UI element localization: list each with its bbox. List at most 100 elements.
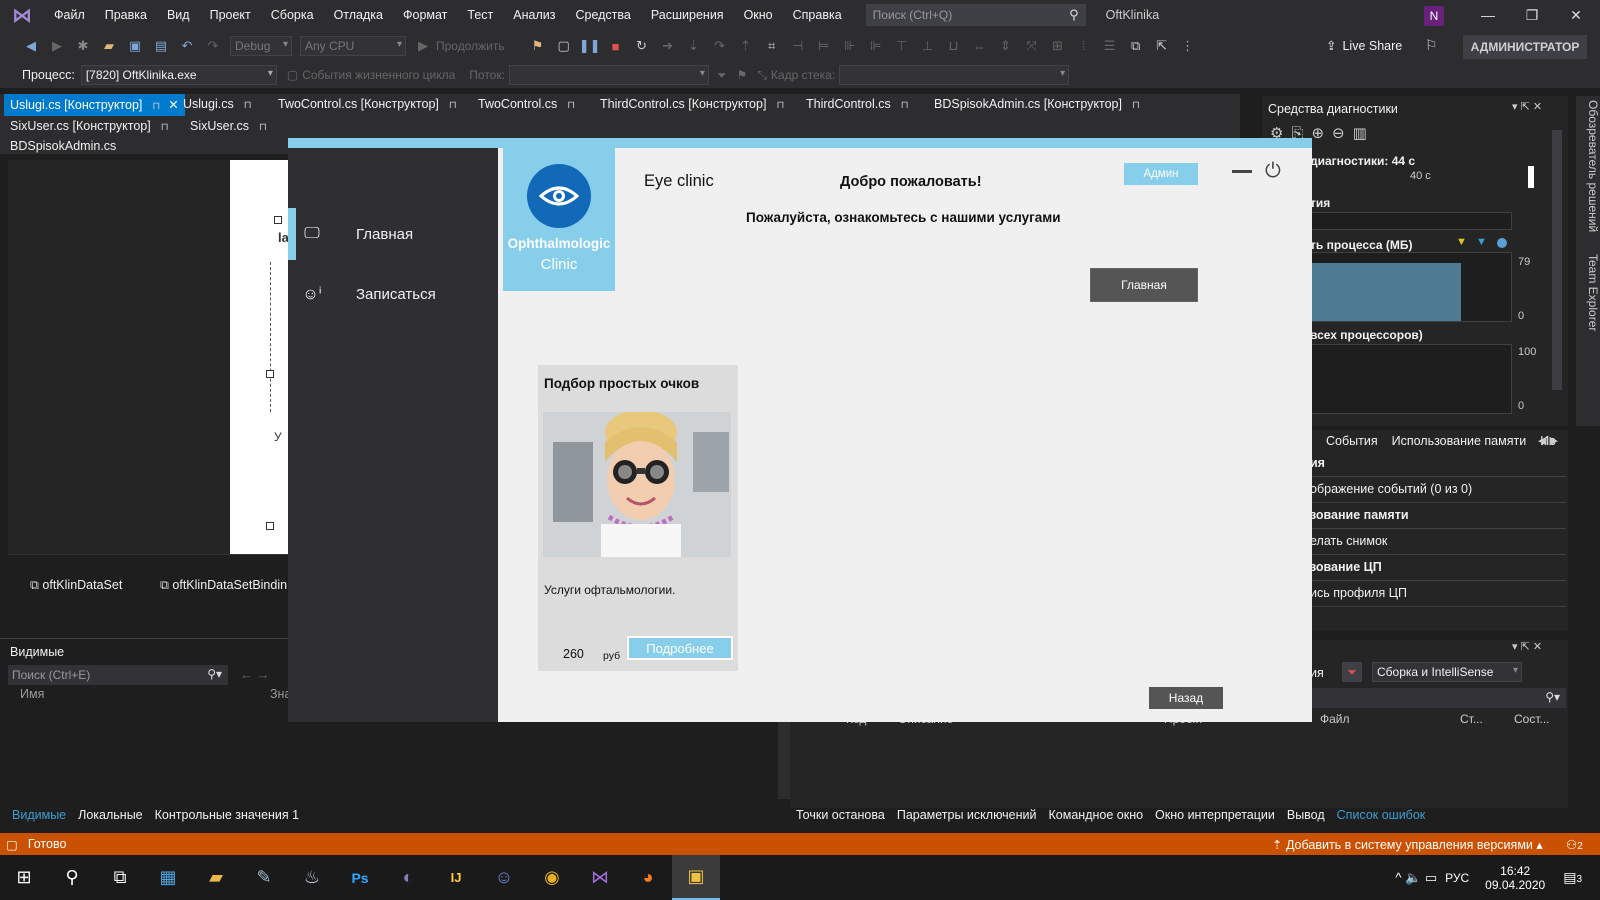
app-minimize-icon[interactable] — [1232, 170, 1252, 173]
pin-icon[interactable]: ⊓ — [776, 100, 784, 111]
paint-icon[interactable]: ✎ — [240, 855, 288, 900]
designer-form[interactable]: la У — [230, 160, 289, 554]
restart-icon[interactable]: ↻ — [631, 35, 653, 57]
pin-icon[interactable]: ⊓ — [901, 100, 909, 111]
flag-icon[interactable]: ⚑ — [737, 68, 748, 82]
chrome-icon[interactable]: ◉ — [528, 855, 576, 900]
search-input[interactable]: Поиск (Ctrl+Q) ⚲ — [865, 4, 1086, 26]
size-icon[interactable]: ⤧ — [1021, 35, 1043, 57]
tab-scroll-arrows-icon[interactable]: ◀ ▶ — [1538, 434, 1558, 447]
redo-icon[interactable]: ↷ — [202, 35, 224, 57]
close-window-icon[interactable]: ✕ — [1554, 0, 1598, 30]
show-next-statement-icon[interactable]: ➜ — [657, 35, 679, 57]
menu-item[interactable]: Формат — [393, 0, 457, 30]
nav-appointment[interactable]: ☺ⁱ Записаться — [296, 274, 435, 314]
resize-handle[interactable] — [266, 522, 274, 530]
bottom-tab[interactable]: Командное окно — [1049, 808, 1144, 828]
process-select[interactable]: [7820] OftKlinika.exe — [80, 65, 277, 85]
visual-studio-icon[interactable]: ⋈ — [576, 855, 624, 900]
errlist-column-header[interactable]: Сост... — [1514, 712, 1550, 726]
errlist-column-header[interactable]: Файл — [1320, 712, 1350, 726]
resize-handle[interactable] — [274, 216, 282, 224]
bring-front-icon[interactable]: ⧉ — [1125, 35, 1147, 57]
diagnostic-tab[interactable]: Использование памяти — [1392, 434, 1527, 448]
pause-icon[interactable]: ❚❚ — [579, 35, 601, 57]
align-center-icon[interactable]: ⊪ — [839, 35, 861, 57]
save-all-icon[interactable]: ▤ — [150, 35, 172, 57]
search-icon[interactable]: ⚲ — [48, 855, 96, 900]
back-button[interactable]: Назад — [1149, 687, 1223, 709]
forward-icon[interactable]: ▶ — [46, 35, 68, 57]
task-view-icon[interactable]: ⧉ — [96, 855, 144, 900]
menu-item[interactable]: Проект — [200, 0, 261, 30]
document-tab[interactable]: BDSpisokAdmin.cs — [4, 136, 122, 158]
document-tab[interactable]: SixUser.cs [Конструктор] ⊓ — [4, 116, 175, 138]
document-tab[interactable]: TwoControl.cs ⊓ — [472, 94, 581, 116]
bottom-tab[interactable]: Вывод — [1287, 808, 1325, 828]
stack-frame-select[interactable] — [839, 65, 1070, 85]
diag-scrollbar[interactable] — [1552, 130, 1562, 390]
input-language[interactable]: РУС — [1445, 871, 1469, 885]
minimize-window-icon[interactable]: — — [1466, 0, 1510, 30]
menu-item[interactable]: Тест — [457, 0, 503, 30]
notifications-button[interactable]: ⚇2 — [1566, 837, 1583, 852]
menu-item[interactable]: Средства — [565, 0, 640, 30]
menu-item[interactable]: Окно — [734, 0, 783, 30]
align-left-icon[interactable]: ⊨ — [813, 35, 835, 57]
thread-select[interactable] — [508, 65, 709, 85]
pin-icon[interactable]: ⊓ — [449, 100, 457, 111]
pin-icon[interactable]: ⊓ — [567, 100, 575, 111]
restore-window-icon[interactable]: ❐ — [1510, 0, 1554, 30]
menu-item[interactable]: Расширения — [641, 0, 734, 30]
document-tab[interactable]: Uslugi.cs [Конструктор] ⊓ ✕ — [4, 94, 185, 116]
diagnostic-row[interactable]: елать снимок — [1310, 534, 1566, 555]
live-share-button[interactable]: ⇪ Live Share — [1326, 38, 1402, 53]
menu-item[interactable]: Файл — [44, 0, 95, 30]
time-cursor[interactable] — [1528, 166, 1534, 188]
home-button[interactable]: Главная — [1090, 268, 1198, 302]
discord-icon[interactable]: ☺ — [480, 855, 528, 900]
stop-icon[interactable]: ■ — [605, 35, 627, 57]
screenshot-icon[interactable]: ▢ — [553, 35, 575, 57]
bottom-tab[interactable]: Точки останова — [796, 808, 885, 828]
open-folder-icon[interactable]: ▰ — [98, 35, 120, 57]
document-tab[interactable]: ThirdControl.cs [Конструктор] ⊓ — [594, 94, 790, 116]
platform-select[interactable]: Any CPU — [300, 36, 406, 56]
team-explorer-tab[interactable]: Team Explorer — [1586, 240, 1600, 345]
menu-item[interactable]: Отладка — [324, 0, 393, 30]
bottom-tab[interactable]: Видимые — [12, 808, 66, 828]
attach-icon[interactable]: ⚑ — [527, 35, 549, 57]
visual-studio-logo-icon[interactable]: ⋈ — [0, 0, 44, 30]
power-icon[interactable]: ⏻ — [1265, 160, 1281, 183]
source-control-button[interactable]: ⇡ Добавить в систему управления версиями… — [1272, 837, 1543, 852]
errlist-column-header[interactable]: Ст... — [1460, 712, 1483, 726]
height-icon[interactable]: ⇕ — [995, 35, 1017, 57]
tray-dataset[interactable]: ⧉ oftKlinDataSet — [30, 578, 122, 593]
service-details-button[interactable]: Подробнее — [627, 636, 733, 660]
filter-toggle-icon[interactable]: ⏷ — [1342, 662, 1362, 682]
menu-item[interactable]: Справка — [783, 0, 852, 30]
vspacing-icon[interactable]: ☰ — [1099, 35, 1121, 57]
tray-icons[interactable]: ^ 🔈 ▭ — [1395, 870, 1437, 886]
document-tab[interactable]: BDSpisokAdmin.cs [Конструктор] ⊓ — [928, 94, 1146, 116]
menu-item[interactable]: Вид — [157, 0, 200, 30]
document-tab[interactable]: SixUser.cs ⊓ — [184, 116, 273, 138]
solution-explorer-tab[interactable]: Обозреватель решений — [1586, 96, 1600, 236]
bottom-tab[interactable]: Параметры исключений — [897, 808, 1037, 828]
errlist-search-input[interactable]: ⚲▾ — [1310, 688, 1566, 708]
clock[interactable]: 16:42 09.04.2020 — [1485, 864, 1545, 892]
align-top-icon[interactable]: ⊤ — [891, 35, 913, 57]
grid-icon[interactable]: ⊞ — [1047, 35, 1069, 57]
steam-icon[interactable]: ♨ — [288, 855, 336, 900]
oftklinika-app-icon[interactable]: ▣ — [672, 855, 720, 900]
menu-item[interactable]: Правка — [95, 0, 157, 30]
step-into-icon[interactable]: ⇣ — [683, 35, 705, 57]
undo-icon[interactable]: ↶ — [176, 35, 198, 57]
bottom-tab[interactable]: Контрольные значения 1 — [155, 808, 299, 828]
eclipse-icon[interactable]: ◐ — [384, 855, 432, 900]
align-bottom-icon[interactable]: ⊔ — [943, 35, 965, 57]
continue-icon[interactable]: ▶ — [412, 35, 434, 57]
back-icon[interactable]: ◀ — [20, 35, 42, 57]
step-out-icon[interactable]: ⇡ — [735, 35, 757, 57]
tab-order-icon[interactable]: ⇱ — [1151, 35, 1173, 57]
